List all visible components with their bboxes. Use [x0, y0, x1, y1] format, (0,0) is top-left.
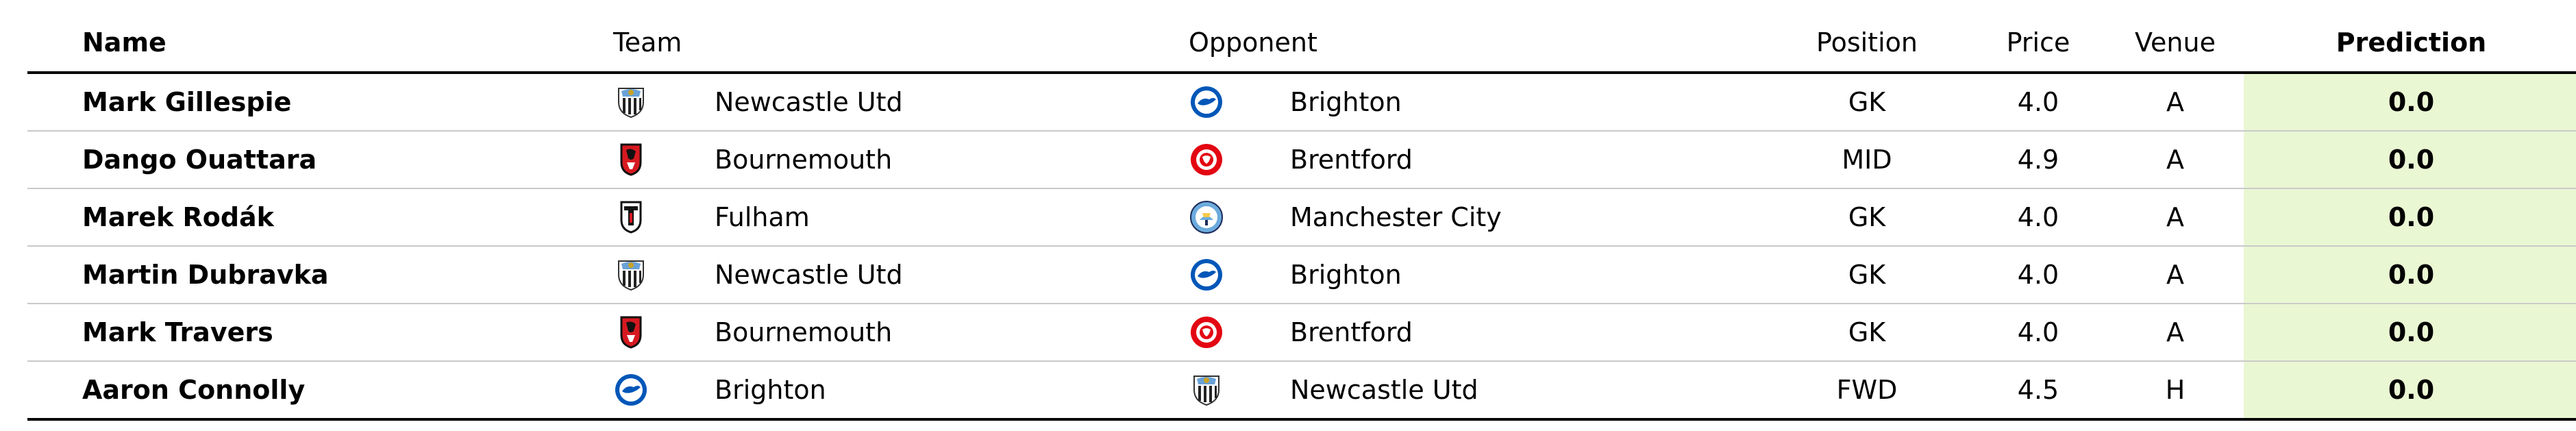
column-header-venue[interactable]: Venue	[2107, 14, 2244, 74]
table-row[interactable]: Mark Gillespie Newcastle Utd Brighton GK…	[27, 73, 2576, 132]
venue-cell: A	[2107, 304, 2244, 362]
prediction-cell: 0.0	[2244, 188, 2576, 247]
opponent-name: Newcastle Utd	[1290, 375, 1478, 405]
position-cell: GK	[1764, 73, 1970, 132]
table-row[interactable]: Martin Dubravka Newcastle Utd Brighton G…	[27, 246, 2576, 304]
brighton-badge-icon	[1189, 257, 1224, 293]
opponent-cell: Brentford	[1161, 131, 1764, 189]
table-row[interactable]: Mark Travers Bournemouth Brentford GK 4.…	[27, 304, 2576, 362]
player-name: Dango Ouattara	[27, 131, 586, 189]
player-name: Mark Gillespie	[27, 73, 586, 132]
team-name: Newcastle Utd	[715, 260, 903, 290]
opponent-name: Brentford	[1290, 317, 1413, 347]
venue-cell: A	[2107, 73, 2244, 132]
team-name: Brighton	[715, 375, 826, 405]
position-cell: GK	[1764, 304, 1970, 362]
opponent-name: Brighton	[1290, 87, 1402, 117]
team-cell: Bournemouth	[586, 304, 1161, 362]
manchester-city-badge-icon	[1189, 199, 1224, 235]
team-cell: Brighton	[586, 361, 1161, 421]
newcastle-badge-icon	[613, 257, 649, 293]
team-cell: Newcastle Utd	[586, 73, 1161, 132]
column-header-position[interactable]: Position	[1764, 14, 1970, 74]
table-row[interactable]: Dango Ouattara Bournemouth Brentford MID…	[27, 131, 2576, 189]
brentford-badge-icon	[1189, 315, 1224, 350]
team-name: Fulham	[715, 202, 810, 232]
player-name: Aaron Connolly	[27, 361, 586, 421]
price-cell: 4.5	[1970, 361, 2107, 421]
price-cell: 4.0	[1970, 246, 2107, 304]
brentford-badge-icon	[1189, 142, 1224, 177]
team-name: Bournemouth	[715, 317, 893, 347]
newcastle-badge-icon	[1189, 372, 1224, 408]
position-cell: GK	[1764, 246, 1970, 304]
price-cell: 4.0	[1970, 188, 2107, 247]
team-name: Bournemouth	[715, 145, 893, 175]
newcastle-badge-icon	[613, 84, 649, 120]
venue-cell: A	[2107, 246, 2244, 304]
price-cell: 4.0	[1970, 73, 2107, 132]
prediction-cell: 0.0	[2244, 304, 2576, 362]
opponent-cell: Brighton	[1161, 246, 1764, 304]
price-cell: 4.0	[1970, 304, 2107, 362]
column-header-opponent[interactable]: Opponent	[1161, 14, 1764, 74]
opponent-name: Brighton	[1290, 260, 1402, 290]
prediction-cell: 0.0	[2244, 131, 2576, 189]
header-row: Name Team Opponent Position Price Venue …	[27, 14, 2576, 74]
opponent-cell: Brentford	[1161, 304, 1764, 362]
bournemouth-badge-icon	[613, 142, 649, 177]
player-name: Marek Rodák	[27, 188, 586, 247]
player-name: Martin Dubravka	[27, 246, 586, 304]
team-cell: Newcastle Utd	[586, 246, 1161, 304]
brighton-badge-icon	[613, 372, 649, 408]
table-row[interactable]: Marek Rodák Fulham Manchester City GK 4.…	[27, 188, 2576, 247]
table-body: Mark Gillespie Newcastle Utd Brighton GK…	[27, 73, 2576, 421]
venue-cell: A	[2107, 131, 2244, 189]
position-cell: MID	[1764, 131, 1970, 189]
prediction-cell: 0.0	[2244, 73, 2576, 132]
opponent-name: Brentford	[1290, 145, 1413, 175]
prediction-cell: 0.0	[2244, 361, 2576, 421]
player-name: Mark Travers	[27, 304, 586, 362]
team-cell: Fulham	[586, 188, 1161, 247]
column-header-prediction[interactable]: Prediction	[2244, 14, 2576, 74]
brighton-badge-icon	[1189, 84, 1224, 120]
opponent-cell: Manchester City	[1161, 188, 1764, 247]
table-header: Name Team Opponent Position Price Venue …	[27, 14, 2576, 74]
column-header-name[interactable]: Name	[27, 14, 586, 74]
column-header-team[interactable]: Team	[586, 14, 1161, 74]
team-name: Newcastle Utd	[715, 87, 903, 117]
player-predictions-table: Name Team Opponent Position Price Venue …	[27, 14, 2576, 421]
venue-cell: H	[2107, 361, 2244, 421]
team-cell: Bournemouth	[586, 131, 1161, 189]
opponent-name: Manchester City	[1290, 202, 1502, 232]
position-cell: FWD	[1764, 361, 1970, 421]
predictions-table-wrap: Name Team Opponent Position Price Venue …	[27, 14, 2576, 421]
venue-cell: A	[2107, 188, 2244, 247]
opponent-cell: Brighton	[1161, 73, 1764, 132]
bournemouth-badge-icon	[613, 315, 649, 350]
price-cell: 4.9	[1970, 131, 2107, 189]
table-row[interactable]: Aaron Connolly Brighton Newcastle Utd FW…	[27, 361, 2576, 421]
fulham-badge-icon	[613, 199, 649, 235]
prediction-cell: 0.0	[2244, 246, 2576, 304]
opponent-cell: Newcastle Utd	[1161, 361, 1764, 421]
column-header-price[interactable]: Price	[1970, 14, 2107, 74]
position-cell: GK	[1764, 188, 1970, 247]
